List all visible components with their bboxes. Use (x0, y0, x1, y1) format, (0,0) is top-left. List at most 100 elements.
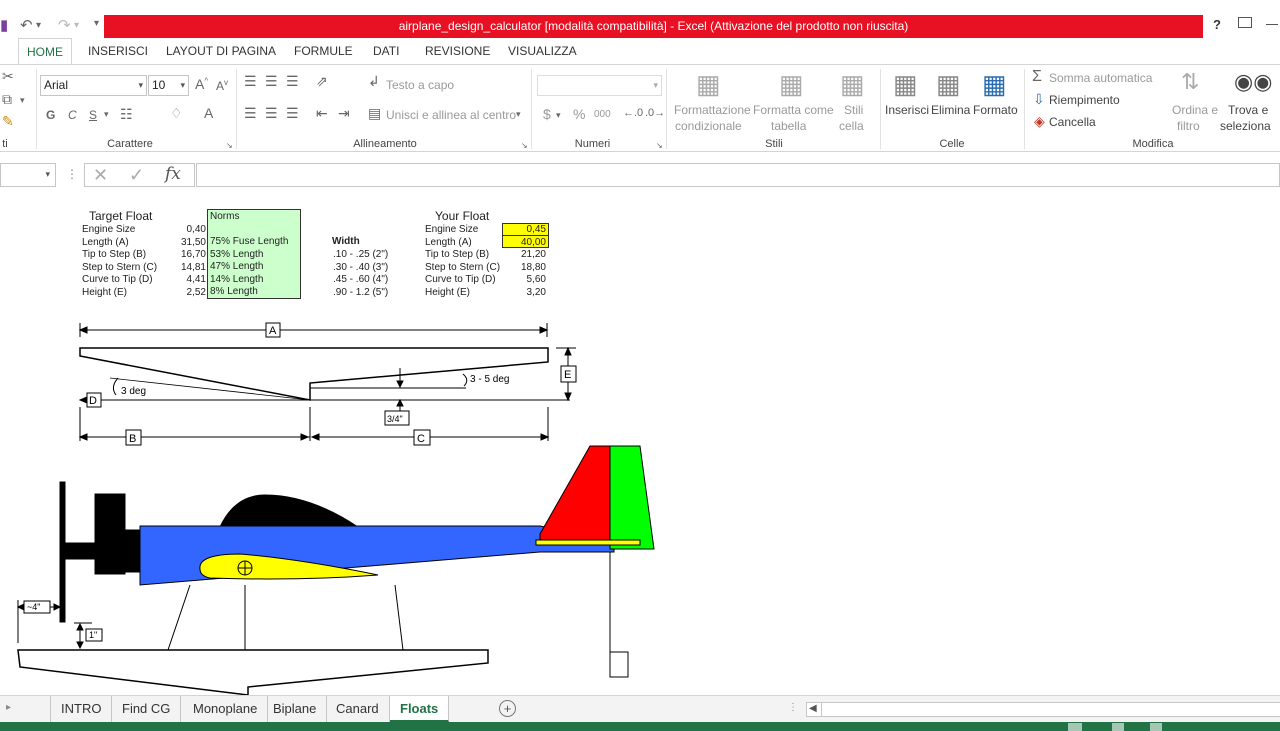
tab-visualizza[interactable]: VISUALIZZA (500, 38, 585, 64)
format-painter-icon[interactable]: ✎ (2, 113, 14, 130)
worksheet[interactable]: Target Float Engine Size 0,40 Length (A) 31… (0, 197, 1280, 695)
scroll-left-icon[interactable]: ◀ (809, 703, 817, 714)
format-table-label-1[interactable]: Formatta come (753, 103, 834, 117)
decrease-decimal-icon[interactable]: .0→ (645, 107, 665, 119)
cut-icon[interactable]: ✂ (2, 68, 14, 85)
autosum-button[interactable]: Somma automatica (1049, 71, 1152, 85)
find-label-1[interactable]: Trova e (1228, 103, 1268, 117)
currency-button[interactable]: $ (543, 106, 551, 122)
align-bottom-icon[interactable]: ☰ (286, 73, 299, 90)
more-icon: ⋮ (66, 167, 78, 181)
cond-format-label-2[interactable]: condizionale (675, 119, 742, 133)
cell-styles-icon: ▦ (840, 69, 865, 99)
sheet-tab-find-cg[interactable]: Find CG (112, 696, 182, 722)
insert-function-button[interactable]: fx (165, 164, 181, 184)
wrap-text-button[interactable]: Testo a capo (386, 78, 454, 92)
ribbon-display-icon[interactable] (1238, 17, 1252, 28)
orientation-icon[interactable]: ⇗ (316, 73, 328, 90)
undo-dropdown-icon[interactable]: ▾ (36, 20, 41, 31)
format-button[interactable]: Formato (973, 103, 1018, 117)
increase-indent-icon[interactable]: ⇥ (338, 105, 350, 122)
cell-styles-label-1[interactable]: Stili (844, 103, 863, 117)
merge-dropdown-icon[interactable]: ▾ (516, 109, 521, 120)
increase-decimal-icon[interactable]: ←.0 (623, 107, 643, 119)
sort-label-2[interactable]: filtro (1177, 119, 1200, 133)
sheet-tab-canard[interactable]: Canard (326, 696, 390, 722)
sheet-tab-biplane[interactable]: Biplane (263, 696, 328, 722)
number-format-select[interactable]: ▾ (537, 75, 662, 96)
horizontal-scrollbar[interactable]: ◀ (806, 702, 1280, 717)
tab-dati[interactable]: DATI (365, 38, 407, 64)
delete-button[interactable]: Elimina (931, 103, 970, 117)
redo-dropdown-icon[interactable]: ▾ (74, 20, 79, 31)
formula-input[interactable] (196, 163, 1280, 187)
tab-layout[interactable]: LAYOUT DI PAGINA (158, 38, 284, 64)
tab-inserisci[interactable]: INSERISCI (80, 38, 156, 64)
group-label-font: Carattere (107, 138, 153, 150)
chevron-down-icon: ▾ (180, 80, 185, 90)
thousands-button[interactable]: 000 (594, 109, 611, 120)
dim-label-b: B (129, 433, 136, 445)
ribbon-tabs: HOME INSERISCI LAYOUT DI PAGINA FORMULE … (0, 38, 1280, 65)
fill-color-icon[interactable]: ♢ (170, 105, 183, 122)
copy-dropdown-icon[interactable]: ▾ (20, 95, 25, 106)
page-break-icon[interactable] (1150, 723, 1162, 731)
add-sheet-icon[interactable]: + (499, 700, 516, 717)
wrap-text-icon: ↲ (368, 73, 380, 89)
cancel-icon[interactable]: ✕ (93, 165, 108, 186)
format-table-label-2[interactable]: tabella (771, 119, 806, 133)
cell-styles-label-2[interactable]: cella (839, 119, 864, 133)
enter-icon[interactable]: ✓ (129, 165, 144, 186)
insert-button[interactable]: Inserisci (885, 103, 929, 117)
prev-sheet-icon[interactable]: ▸ (6, 702, 11, 713)
align-top-icon[interactable]: ☰ (244, 73, 257, 90)
align-left-icon[interactable]: ☰ (244, 105, 257, 122)
sheet-tab-intro[interactable]: INTRO (50, 696, 113, 722)
binoculars-icon: ◉◉ (1234, 69, 1273, 94)
border-icon[interactable]: ☷ (120, 106, 133, 123)
align-middle-icon[interactable]: ☰ (265, 73, 278, 90)
merge-center-button[interactable]: Unisci e allinea al centro (386, 108, 516, 122)
find-label-2[interactable]: seleziona (1220, 119, 1271, 133)
page-layout-icon[interactable] (1112, 723, 1124, 731)
scrollbar-thumb[interactable] (821, 703, 1280, 716)
cond-format-label-1[interactable]: Formattazione (674, 103, 751, 117)
decrease-indent-icon[interactable]: ⇤ (316, 105, 328, 122)
redo-icon[interactable]: ↷ (58, 16, 71, 34)
undo-icon[interactable]: ↶ (20, 16, 33, 34)
name-box[interactable]: ▾ (0, 163, 56, 187)
clear-button[interactable]: Cancella (1049, 115, 1096, 129)
italic-button[interactable]: C (68, 108, 77, 122)
currency-dropdown-icon[interactable]: ▾ (556, 110, 561, 121)
save-icon[interactable]: ▮ (0, 16, 8, 34)
tab-formule[interactable]: FORMULE (286, 38, 361, 64)
normal-view-icon[interactable] (1068, 723, 1082, 731)
group-label-styles: Stili (765, 138, 783, 150)
tab-revisione[interactable]: REVISIONE (417, 38, 498, 64)
customize-qat-icon[interactable]: ▾ (94, 18, 99, 29)
percent-button[interactable]: % (573, 106, 585, 122)
fill-button[interactable]: Riempimento (1049, 93, 1120, 107)
font-color-icon[interactable]: A (204, 105, 213, 121)
sort-label-1[interactable]: Ordina e (1172, 103, 1218, 117)
sheet-tab-floats[interactable]: Floats (390, 696, 450, 722)
font-name-select[interactable]: Arial ▾ (40, 75, 147, 96)
align-center-icon[interactable]: ☰ (265, 105, 278, 122)
font-dialog-launcher-icon[interactable]: ↘ (226, 141, 233, 150)
grow-font-icon[interactable]: A^ (195, 76, 208, 92)
underline-button[interactable]: S (89, 108, 97, 122)
prop-gap-label: ~4" (27, 602, 40, 612)
font-size-select[interactable]: 10 ▾ (148, 75, 189, 96)
shrink-font-icon[interactable]: Av (216, 78, 228, 93)
align-right-icon[interactable]: ☰ (286, 105, 299, 122)
underline-dropdown-icon[interactable]: ▾ (104, 109, 109, 120)
minimize-icon[interactable] (1266, 24, 1278, 25)
sheet-tab-monoplane[interactable]: Monoplane (183, 696, 269, 722)
bold-button[interactable]: G (46, 108, 55, 122)
help-button[interactable]: ? (1213, 17, 1221, 32)
tab-home[interactable]: HOME (18, 38, 72, 65)
font-name-value: Arial (44, 78, 69, 92)
number-dialog-launcher-icon[interactable]: ↘ (656, 141, 663, 150)
more-sheets-icon[interactable]: ⋮ (788, 702, 798, 713)
copy-icon[interactable]: ⧉ (2, 91, 12, 108)
